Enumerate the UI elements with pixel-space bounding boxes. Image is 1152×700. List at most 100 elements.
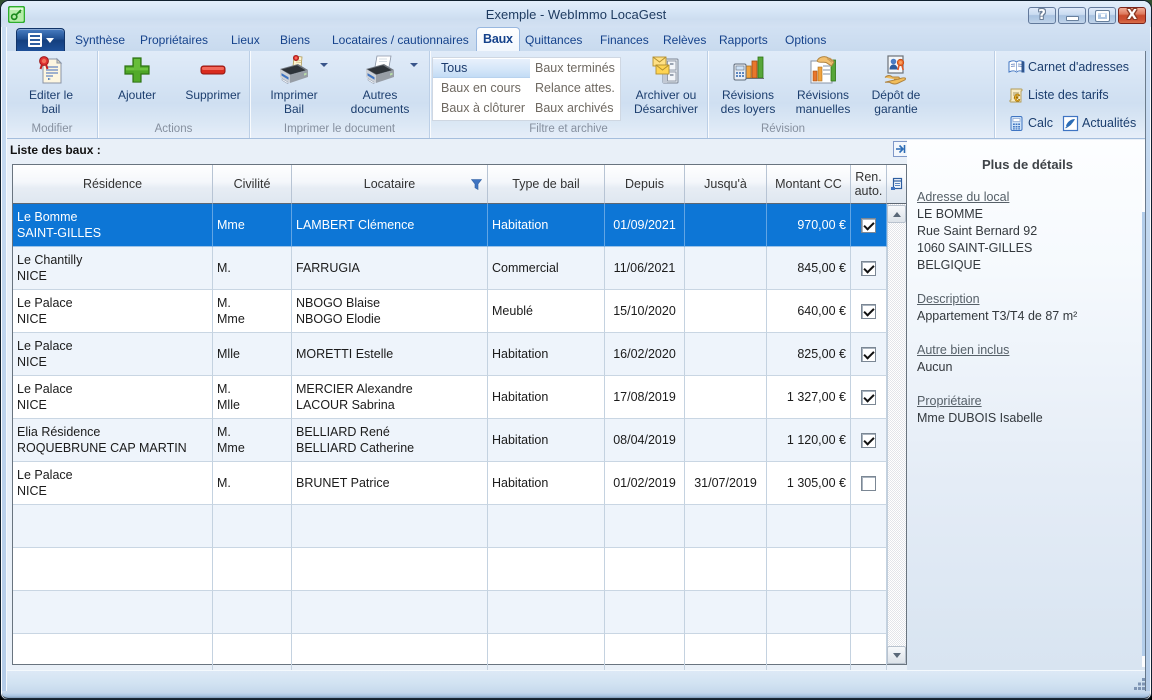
column-header-locataire[interactable]: Locataire xyxy=(292,165,488,204)
table-cell: 01/09/2021 xyxy=(605,204,685,247)
table-cell: 01/02/2019 xyxy=(605,462,685,505)
table-row-empty[interactable] xyxy=(13,505,887,548)
table-row[interactable]: Le PalaceNICE M.Mme NBOGO BlaiseNBOGO El… xyxy=(13,290,887,333)
actualites-button[interactable]: Actualités xyxy=(1062,113,1136,133)
tab-proprietaires[interactable]: Propriétaires xyxy=(138,30,210,51)
table-row-selected[interactable]: Le BommeSAINT-GILLES Mme LAMBERT Clémenc… xyxy=(13,204,887,247)
table-cell xyxy=(685,290,767,333)
tab-locataires[interactable]: Locataires / cautionnaires xyxy=(330,30,471,51)
table-body: Résidence Civilité Locataire Type de bai… xyxy=(13,165,887,677)
details-section-label[interactable]: Propriétaire xyxy=(917,393,1148,410)
table-cell: M. xyxy=(213,462,292,505)
tab-biens[interactable]: Biens xyxy=(278,30,312,51)
column-options-icon[interactable] xyxy=(890,177,903,191)
tab-lieux[interactable]: Lieux xyxy=(229,30,262,51)
table-cell xyxy=(767,591,851,634)
application-menu-button[interactable] xyxy=(16,28,65,51)
scroll-up-button[interactable] xyxy=(887,205,906,223)
table-cell xyxy=(851,376,887,419)
autres-documents-dropdown-icon[interactable] xyxy=(410,63,418,67)
details-section-description: Description Appartement T3/T4 de 87 m² xyxy=(917,291,1148,325)
filter-baux-a-cloturer[interactable]: Baux à clôturer xyxy=(433,99,530,118)
liste-des-tarifs-label: Liste des tarifs xyxy=(1028,88,1109,102)
column-header-type-de-bail[interactable]: Type de bail xyxy=(488,165,605,204)
details-section-label[interactable]: Adresse du local xyxy=(917,189,1148,206)
filter-relance-attes[interactable]: Relance attes. xyxy=(530,79,620,98)
address-book-icon xyxy=(1008,59,1025,76)
ajouter-button[interactable]: Ajouter xyxy=(102,54,172,102)
help-button[interactable]: ? xyxy=(1028,7,1056,24)
table-cell xyxy=(851,462,887,505)
scroll-down-button[interactable] xyxy=(887,646,906,664)
ren-auto-checkbox[interactable] xyxy=(861,304,876,319)
group-label-revision: Révision xyxy=(728,123,838,135)
tab-releves[interactable]: Relèves xyxy=(661,30,708,51)
ren-auto-checkbox[interactable] xyxy=(861,347,876,362)
resize-grip[interactable] xyxy=(1132,676,1146,690)
filter-funnel-icon[interactable] xyxy=(471,179,482,190)
filter-baux-en-cours[interactable]: Baux en cours xyxy=(433,79,530,98)
table-cell xyxy=(213,591,292,634)
scrollbar-track[interactable] xyxy=(887,204,906,664)
column-header-ren-auto[interactable]: Ren.auto. xyxy=(851,165,887,204)
archiver-button[interactable]: Archiver ouDésarchiver xyxy=(618,54,714,116)
tab-baux[interactable]: Baux xyxy=(476,27,520,51)
table-scrollbar[interactable] xyxy=(887,165,906,664)
table-cell xyxy=(13,548,213,591)
table-cell xyxy=(685,548,767,591)
editer-le-bail-button[interactable]: Editer lebail xyxy=(11,54,91,116)
table-cell: MERCIER AlexandreLACOUR Sabrina xyxy=(292,376,488,419)
close-button[interactable]: X xyxy=(1118,7,1146,24)
ren-auto-checkbox[interactable] xyxy=(861,390,876,405)
details-section-label[interactable]: Description xyxy=(917,291,1148,308)
tab-synthese[interactable]: Synthèse xyxy=(73,30,127,51)
table-cell xyxy=(292,505,488,548)
column-header-civilite[interactable]: Civilité xyxy=(213,165,292,204)
column-header-depuis[interactable]: Depuis xyxy=(605,165,685,204)
calc-button[interactable]: Calc xyxy=(1008,113,1053,133)
details-title: Plus de détails xyxy=(907,157,1148,172)
manual-revision-icon xyxy=(807,54,839,86)
table-cell xyxy=(851,505,887,548)
filter-tous[interactable]: Tous xyxy=(433,59,530,78)
ribbon-group-revision: Révisionsdes loyers Révisionsmanuelles xyxy=(708,51,995,138)
imprimer-bail-dropdown-icon[interactable] xyxy=(320,63,328,67)
filter-baux-archives[interactable]: Baux archivés xyxy=(530,99,620,118)
ribbon-group-imprimer: ImprimerBail Autresdocuments Impri xyxy=(250,51,430,138)
ren-auto-checkbox[interactable] xyxy=(861,476,876,491)
carnet-adresses-button[interactable]: Carnet d'adresses xyxy=(1008,57,1129,77)
details-section-label[interactable]: Autre bien inclus xyxy=(917,342,1148,359)
ren-auto-checkbox[interactable] xyxy=(861,218,876,233)
ren-auto-checkbox[interactable] xyxy=(861,433,876,448)
table-row-empty[interactable] xyxy=(13,548,887,591)
table-cell: Le PalaceNICE xyxy=(13,462,213,505)
ren-auto-checkbox[interactable] xyxy=(861,261,876,276)
depot-de-garantie-button[interactable]: Dépôt degarantie xyxy=(851,54,941,116)
table-row[interactable]: Le PalaceNICE Mlle MORETTI Estelle Habit… xyxy=(13,333,887,376)
table-row[interactable]: Le ChantillyNICE M. FARRUGIA Commercial … xyxy=(13,247,887,290)
liste-des-tarifs-button[interactable]: € Liste des tarifs xyxy=(1008,85,1109,105)
tab-quittances[interactable]: Quittances xyxy=(523,30,584,51)
archive-icon xyxy=(650,54,682,86)
column-header-jusqua[interactable]: Jusqu'à xyxy=(685,165,767,204)
button-label: Supprimer xyxy=(185,88,240,102)
column-header-residence[interactable]: Résidence xyxy=(13,165,213,204)
table-row[interactable]: Le PalaceNICE M. BRUNET Patrice Habitati… xyxy=(13,462,887,505)
table-cell: Mme xyxy=(213,204,292,247)
column-header-montant-cc[interactable]: Montant CC xyxy=(767,165,851,204)
tab-rapports[interactable]: Rapports xyxy=(717,30,770,51)
maximize-button[interactable] xyxy=(1088,7,1116,24)
button-label: ImprimerBail xyxy=(270,88,317,116)
table-cell: MORETTI Estelle xyxy=(292,333,488,376)
ribbon-group-modifier: Editer lebail Modifier xyxy=(7,51,98,138)
table-cell xyxy=(213,548,292,591)
table-cell: 1 120,00 € xyxy=(767,419,851,462)
tab-options[interactable]: Options xyxy=(783,30,828,51)
tab-finances[interactable]: Finances xyxy=(598,30,651,51)
table-row-empty[interactable] xyxy=(13,591,887,634)
table-row[interactable]: Elia RésidenceROQUEBRUNE CAP MARTIN M.Mm… xyxy=(13,419,887,462)
minimize-button[interactable] xyxy=(1058,7,1086,24)
table-row[interactable]: Le PalaceNICE M.Mlle MERCIER AlexandreLA… xyxy=(13,376,887,419)
filter-baux-termines[interactable]: Baux terminés xyxy=(530,59,620,78)
supprimer-button[interactable]: Supprimer xyxy=(177,54,249,102)
